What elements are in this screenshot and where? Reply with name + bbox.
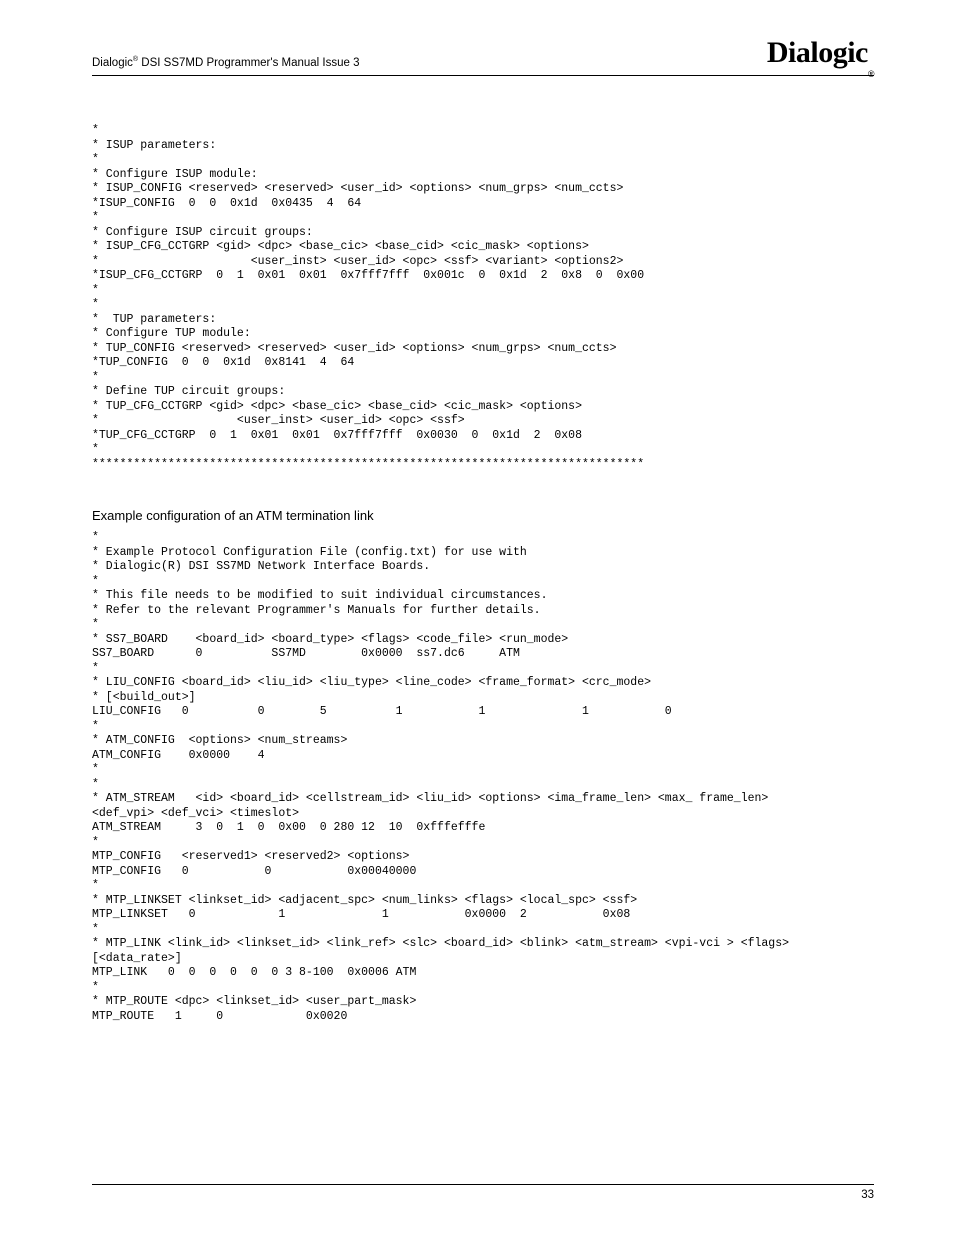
- header-product-suffix: DSI SS7MD Programmer's Manual Issue 3: [138, 57, 359, 69]
- page-header: Dialogic® DSI SS7MD Programmer's Manual …: [92, 38, 874, 76]
- header-title: Dialogic® DSI SS7MD Programmer's Manual …: [92, 56, 360, 71]
- header-product-prefix: Dialogic: [92, 57, 133, 69]
- code-block-atm-config: * * Example Protocol Configuration File …: [92, 531, 874, 1024]
- brand-logo: Dialogic®: [767, 38, 874, 71]
- page-container: Dialogic® DSI SS7MD Programmer's Manual …: [0, 0, 954, 1235]
- page-number: 33: [861, 1189, 874, 1201]
- code-block-isup-tup: * * ISUP parameters: * * Configure ISUP …: [92, 124, 874, 472]
- logo-registered-mark: ®: [868, 69, 874, 79]
- section-heading-atm: Example configuration of an ATM terminat…: [92, 508, 874, 523]
- page-footer: 33: [92, 1184, 874, 1201]
- logo-text: Dialogic: [767, 36, 868, 69]
